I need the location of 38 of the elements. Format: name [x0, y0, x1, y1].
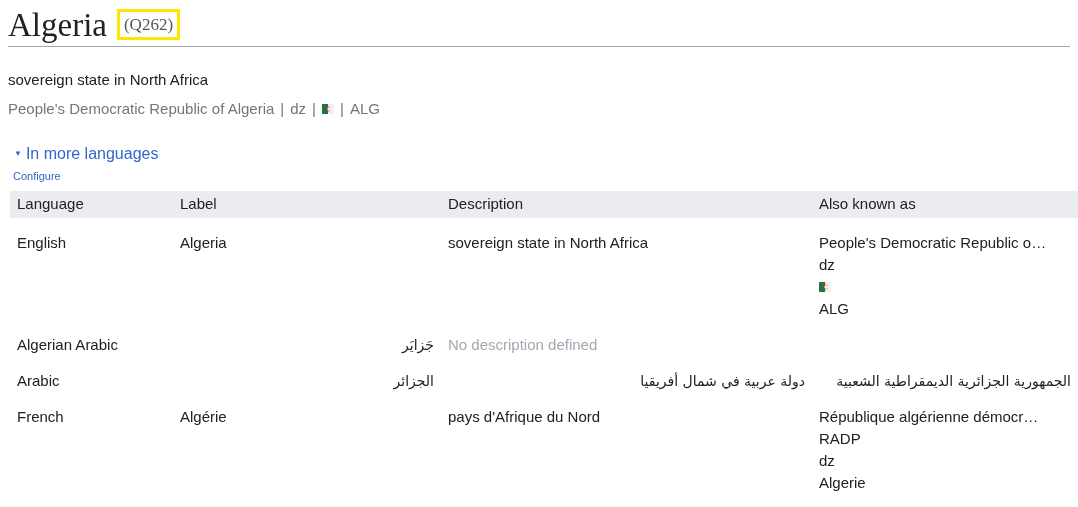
caret-icon: ▼ [14, 148, 22, 160]
alias-text: People's Democratic Republic o… [819, 232, 1047, 253]
item-description: sovereign state in North Africa [8, 70, 210, 90]
alias-text: الجمهورية الجزائرية الديمقراطية الشعبية [836, 371, 1071, 392]
separator: | [312, 98, 316, 119]
language-name: Algerian Arabic [17, 335, 118, 353]
separator: | [340, 98, 344, 119]
column-header: Also known as [819, 194, 916, 212]
page-title: Algeria [8, 6, 107, 44]
alias: People's Democratic Republic of Algeria [8, 98, 275, 119]
description-text: sovereign state in North Africa [448, 232, 649, 253]
alias-text: République algérienne démocr… [819, 406, 1039, 427]
alias-text: Algerie [819, 472, 866, 493]
alias-text: ALG [819, 298, 849, 319]
configure-link[interactable]: Configure [13, 168, 61, 185]
alias-text: dz [819, 254, 835, 275]
column-header: Language [17, 194, 84, 212]
alias: dz [290, 98, 307, 119]
column-header: Description [448, 194, 524, 212]
label-text: Algérie [180, 406, 227, 427]
label-text: Algeria [180, 232, 227, 253]
language-name: French [17, 407, 64, 425]
description-text: pays d'Afrique du Nord [448, 406, 601, 427]
flag-icon [322, 103, 334, 114]
alias: ALG [349, 98, 380, 119]
flag-icon [819, 281, 831, 292]
label-text: جَزايَر [402, 335, 434, 356]
alias-text: RADP [819, 428, 861, 449]
item-id: (Q262) [116, 8, 181, 40]
alias-text: dz [819, 450, 835, 471]
label-text: الجزائر [393, 371, 434, 392]
language-name: English [17, 233, 67, 251]
toggle-link[interactable]: ▼ In more languages [14, 142, 159, 166]
description-text: دولة عربية في شمال أفريقيا [640, 371, 805, 392]
column-header: Label [180, 194, 217, 212]
description-text: No description defined [448, 334, 598, 355]
separator: | [280, 98, 285, 119]
language-name: Arabic [17, 371, 60, 389]
